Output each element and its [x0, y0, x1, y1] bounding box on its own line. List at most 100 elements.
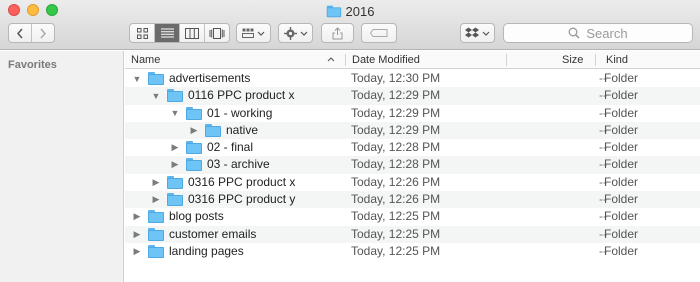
dropbox-button[interactable]: [460, 23, 495, 43]
file-name: native: [226, 122, 259, 137]
column-view-button[interactable]: [180, 24, 205, 42]
file-kind: Folder: [604, 88, 639, 103]
icon-grid-icon: [136, 27, 148, 39]
icon-view-button[interactable]: [130, 24, 155, 42]
file-size: --: [599, 192, 607, 207]
file-row[interactable]: ▶ blog posts Today, 12:25 PM -- Folder: [125, 208, 700, 225]
column-separator[interactable]: [345, 54, 346, 66]
folder-icon: [167, 175, 183, 189]
file-kind: Folder: [604, 174, 639, 189]
disclosure-expanded-icon[interactable]: ▼: [132, 70, 142, 87]
cover-flow-icon: [209, 27, 225, 39]
sidebar: Favorites: [0, 51, 124, 282]
date-modified: Today, 12:29 PM: [351, 122, 441, 137]
folder-icon: [186, 106, 202, 120]
column-header-size[interactable]: Size: [562, 51, 583, 69]
file-size: --: [599, 209, 607, 224]
date-modified: Today, 12:26 PM: [351, 192, 441, 207]
view-mode-control: [129, 23, 230, 43]
file-name: 0116 PPC product x: [188, 88, 295, 103]
file-row[interactable]: ▼ advertisements Today, 12:30 PM -- Folder: [125, 70, 700, 87]
disclosure-collapsed-icon[interactable]: ▶: [151, 191, 161, 208]
search-field[interactable]: Search: [503, 23, 693, 43]
file-size: --: [599, 174, 607, 189]
column-header: Name Date Modified Size Kind: [125, 51, 700, 69]
date-modified: Today, 12:29 PM: [351, 88, 441, 103]
disclosure-collapsed-icon[interactable]: ▶: [132, 243, 142, 260]
file-size: --: [599, 122, 607, 137]
file-name: landing pages: [169, 243, 244, 258]
file-kind: Folder: [604, 209, 639, 224]
action-button[interactable]: [278, 23, 313, 43]
file-kind: Folder: [604, 71, 639, 85]
search-icon: [568, 27, 580, 39]
disclosure-collapsed-icon[interactable]: ▶: [189, 122, 199, 139]
date-modified: Today, 12:26 PM: [351, 174, 441, 189]
folder-icon: [205, 123, 221, 137]
file-name: 03 - archive: [207, 157, 270, 172]
file-name: customer emails: [169, 226, 257, 241]
file-row[interactable]: ▶ 0316 PPC product y Today, 12:26 PM -- Fold…: [125, 191, 700, 209]
file-row[interactable]: ▶ 0316 PPC product x Today, 12:26 PM -- Fold…: [125, 174, 700, 191]
file-size: --: [599, 105, 607, 120]
date-modified: Today, 12:25 PM: [351, 226, 441, 241]
dropbox-icon: [465, 27, 479, 38]
file-row[interactable]: ▶ native Today, 12:29 PM -- Folder: [125, 121, 700, 140]
folder-icon: [148, 244, 164, 258]
column-header-date[interactable]: Date Modified: [352, 51, 420, 69]
disclosure-collapsed-icon[interactable]: ▶: [132, 226, 142, 243]
file-size: --: [599, 226, 607, 241]
chevron-right-icon: [40, 28, 47, 38]
file-name: 01 - working: [207, 105, 273, 120]
disclosure-expanded-icon[interactable]: ▼: [170, 105, 180, 122]
date-modified: Today, 12:30 PM: [351, 71, 441, 85]
share-icon: [332, 26, 343, 39]
window-title-text: 2016: [345, 3, 375, 19]
file-row[interactable]: ▶ customer emails Today, 12:25 PM -- Folder: [125, 225, 700, 243]
disclosure-collapsed-icon[interactable]: ▶: [132, 208, 142, 225]
date-modified: Today, 12:28 PM: [351, 140, 441, 155]
arrange-button[interactable]: [236, 23, 271, 43]
toolbar: 2016 Search: [0, 0, 700, 50]
file-row[interactable]: ▶ 02 - final Today, 12:28 PM -- Folder: [125, 139, 700, 156]
column-header-name[interactable]: Name: [131, 51, 160, 69]
file-row[interactable]: ▶ 03 - archive Today, 12:28 PM -- Folder: [125, 156, 700, 174]
date-modified: Today, 12:25 PM: [351, 209, 441, 224]
disclosure-collapsed-icon[interactable]: ▶: [170, 156, 180, 173]
share-button[interactable]: [321, 23, 354, 43]
disclosure-expanded-icon[interactable]: ▼: [151, 87, 161, 104]
cover-flow-button[interactable]: [205, 24, 229, 42]
navigation-buttons: [8, 23, 55, 43]
file-size: --: [599, 71, 607, 85]
chevron-down-icon: [482, 31, 490, 36]
list-icon: [160, 28, 174, 38]
file-size: --: [599, 88, 607, 103]
file-list: ▼ advertisements Today, 12:30 PM -- Folder ▼ 0…: [125, 70, 700, 260]
column-separator[interactable]: [595, 54, 596, 66]
column-separator[interactable]: [506, 54, 507, 66]
chevron-left-icon: [16, 28, 23, 38]
list-view-button[interactable]: [155, 24, 180, 42]
sort-ascending-icon: [327, 57, 335, 62]
file-kind: Folder: [604, 122, 639, 137]
date-modified: Today, 12:28 PM: [351, 157, 441, 172]
disclosure-collapsed-icon[interactable]: ▶: [170, 139, 180, 156]
back-button[interactable]: [9, 24, 32, 42]
file-name: advertisements: [169, 71, 251, 85]
date-modified: Today, 12:29 PM: [351, 105, 441, 120]
file-kind: Folder: [604, 192, 639, 207]
forward-button[interactable]: [32, 24, 54, 42]
column-header-kind[interactable]: Kind: [606, 51, 628, 69]
file-row[interactable]: ▶ landing pages Today, 12:25 PM -- Folder: [125, 243, 700, 260]
file-name: blog posts: [169, 209, 224, 224]
window-title: 2016: [0, 3, 700, 19]
edit-tags-button[interactable]: [361, 23, 397, 43]
folder-icon: [186, 158, 202, 172]
folder-icon: [186, 141, 202, 155]
file-row[interactable]: ▼ 01 - working Today, 12:29 PM -- Folder: [125, 105, 700, 122]
folder-icon: [148, 227, 164, 241]
disclosure-collapsed-icon[interactable]: ▶: [151, 174, 161, 191]
file-kind: Folder: [604, 157, 639, 172]
file-row[interactable]: ▼ 0116 PPC product x Today, 12:29 PM -- Fold…: [125, 87, 700, 105]
file-kind: Folder: [604, 105, 639, 120]
